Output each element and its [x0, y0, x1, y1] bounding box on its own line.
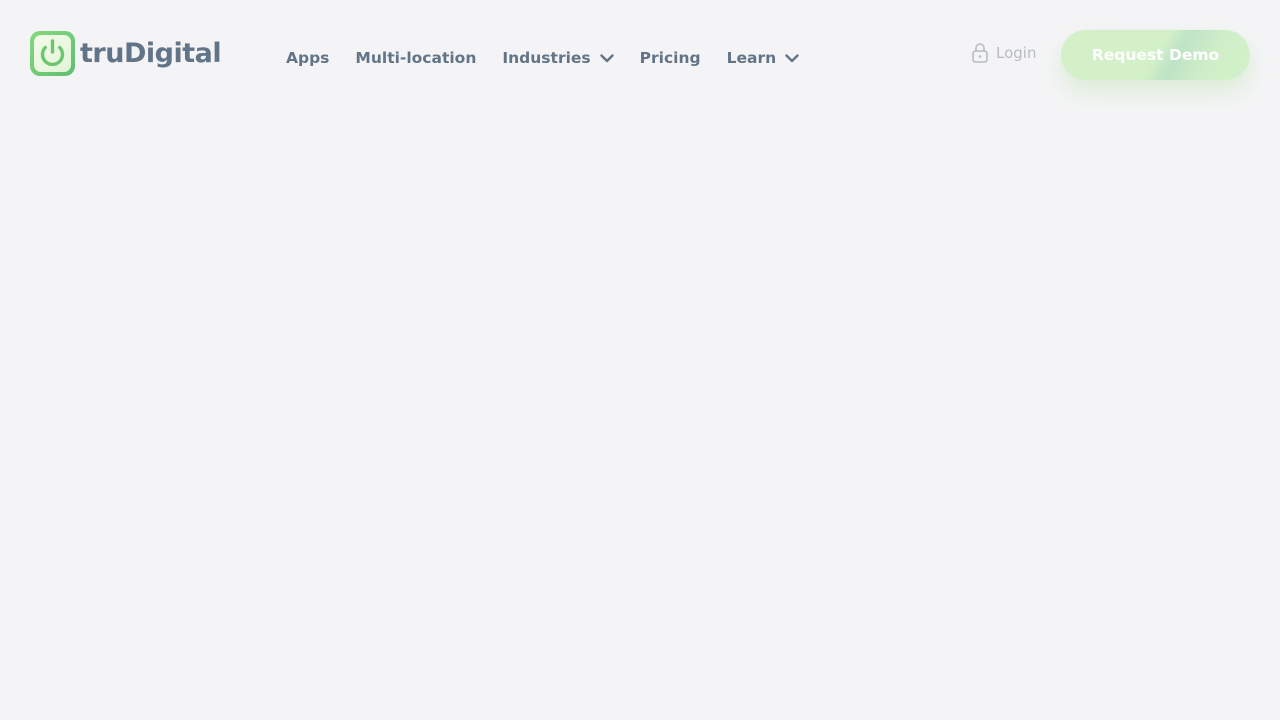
chevron-down-icon: [599, 53, 614, 62]
login-label: Login: [996, 43, 1037, 62]
nav-item-pricing[interactable]: Pricing: [640, 49, 701, 67]
nav-item-label: Multi-location: [355, 49, 477, 67]
logo-text: truDigital: [80, 38, 222, 69]
power-logo-icon: [30, 31, 75, 76]
logo-link[interactable]: truDigital: [30, 31, 222, 76]
main-nav: Apps Multi-location Industries Pricing L…: [286, 44, 799, 72]
nav-item-label: Pricing: [639, 49, 701, 67]
nav-item-learn[interactable]: Learn: [727, 49, 800, 67]
request-demo-button[interactable]: Request Demo: [1061, 30, 1250, 80]
nav-item-label: Apps: [286, 49, 330, 67]
chevron-down-icon: [785, 53, 799, 62]
nav-item-apps[interactable]: Apps: [286, 49, 329, 67]
lock-icon: [972, 43, 988, 63]
nav-item-multi-location[interactable]: Multi-location: [355, 49, 476, 67]
nav-item-label: Learn: [726, 49, 777, 67]
nav-item-label: Industries: [502, 49, 591, 67]
page: truDigital Apps Multi-location Industrie…: [0, 0, 1280, 720]
login-link[interactable]: Login: [972, 42, 1036, 63]
nav-item-industries[interactable]: Industries: [502, 49, 614, 67]
